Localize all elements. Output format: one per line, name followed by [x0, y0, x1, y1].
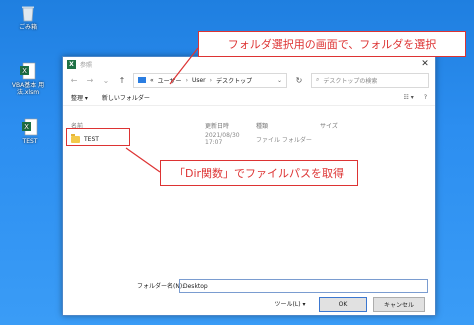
- callout-top: フォルダ選択用の画面で、フォルダを選択: [198, 31, 466, 57]
- callout-middle: 「Dir関数」でファイルパスを取得: [160, 160, 358, 186]
